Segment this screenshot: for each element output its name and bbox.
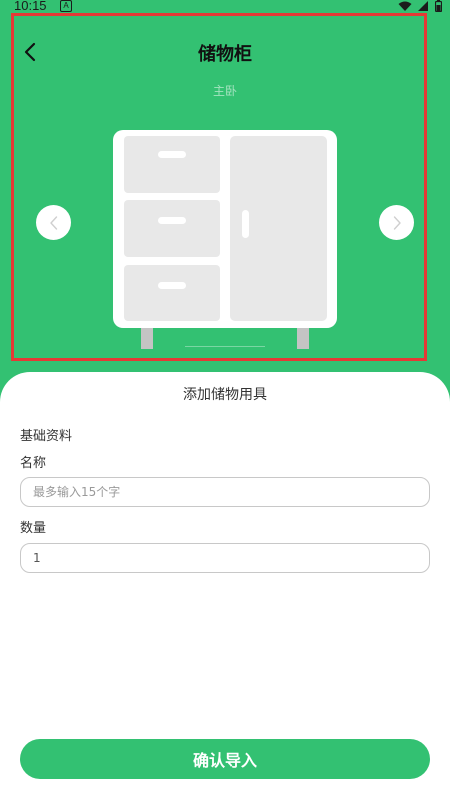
cell-signal-icon [418, 0, 428, 11]
section-label: 基础资料 [20, 429, 73, 444]
quantity-input[interactable] [20, 543, 430, 573]
carousel-next-button[interactable] [379, 205, 414, 240]
status-icons [398, 0, 442, 12]
battery-icon [435, 0, 442, 12]
add-storage-sheet: 添加储物用具 基础资料 名称 数量 确认导入 [0, 372, 450, 799]
cabinet-illustration [113, 130, 337, 349]
wifi-icon [398, 1, 412, 11]
sheet-title: 添加储物用具 [183, 387, 267, 403]
page-title: 储物柜 [198, 44, 252, 65]
status-time: 10:15 [14, 0, 47, 13]
confirm-import-button[interactable]: 确认导入 [20, 739, 430, 779]
name-label: 名称 [20, 456, 47, 471]
chevron-right-icon [393, 215, 401, 230]
chevron-left-icon [49, 215, 57, 230]
notification-icon: A [60, 0, 72, 12]
status-bar: 10:15 A [0, 0, 450, 14]
room-label: 主卧 [212, 84, 237, 98]
carousel-prev-button[interactable] [36, 205, 71, 240]
quantity-label: 数量 [20, 521, 47, 536]
name-input[interactable] [20, 477, 430, 507]
